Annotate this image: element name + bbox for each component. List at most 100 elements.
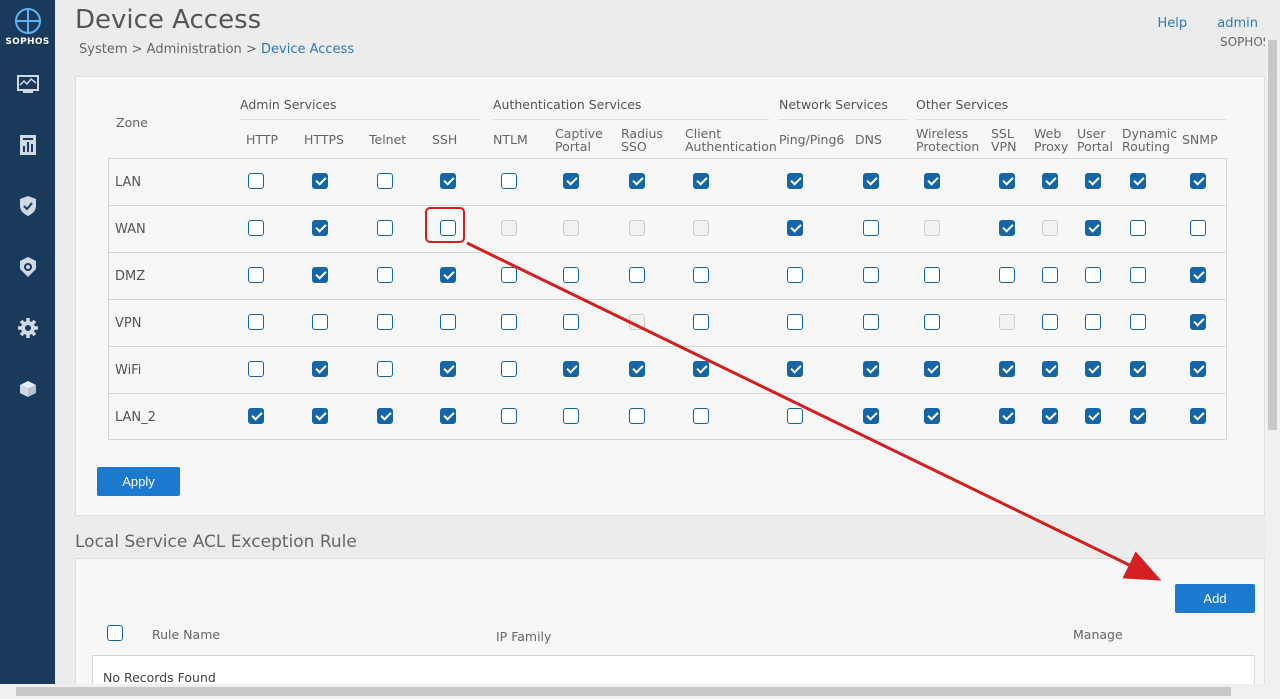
service-checkbox[interactable]: [248, 408, 264, 424]
service-checkbox[interactable]: [1130, 267, 1146, 283]
service-checkbox[interactable]: [693, 173, 709, 189]
service-checkbox[interactable]: [629, 361, 645, 377]
service-checkbox[interactable]: [563, 314, 579, 330]
service-checkbox[interactable]: [629, 267, 645, 283]
service-checkbox[interactable]: [999, 361, 1015, 377]
service-checkbox[interactable]: [377, 267, 393, 283]
breadcrumb-system[interactable]: System: [79, 42, 127, 57]
service-checkbox[interactable]: [248, 220, 264, 236]
service-checkbox[interactable]: [563, 173, 579, 189]
service-checkbox[interactable]: [787, 173, 803, 189]
select-all-checkbox[interactable]: [107, 625, 123, 641]
box-icon[interactable]: [14, 375, 42, 403]
breadcrumb-administration[interactable]: Administration: [147, 42, 242, 57]
service-checkbox[interactable]: [999, 220, 1015, 236]
service-checkbox[interactable]: [863, 267, 879, 283]
service-checkbox[interactable]: [377, 314, 393, 330]
service-checkbox[interactable]: [787, 408, 803, 424]
service-checkbox[interactable]: [787, 220, 803, 236]
service-checkbox[interactable]: [501, 361, 517, 377]
service-checkbox[interactable]: [924, 267, 940, 283]
report-icon[interactable]: [14, 131, 42, 159]
service-checkbox[interactable]: [1085, 173, 1101, 189]
service-checkbox[interactable]: [693, 314, 709, 330]
service-checkbox[interactable]: [999, 408, 1015, 424]
service-checkbox[interactable]: [924, 361, 940, 377]
service-checkbox[interactable]: [693, 361, 709, 377]
service-checkbox[interactable]: [999, 267, 1015, 283]
service-checkbox[interactable]: [1190, 220, 1206, 236]
service-checkbox[interactable]: [377, 408, 393, 424]
monitor-icon[interactable]: [14, 70, 42, 98]
service-checkbox[interactable]: [1042, 408, 1058, 424]
service-checkbox[interactable]: [787, 314, 803, 330]
service-checkbox[interactable]: [563, 361, 579, 377]
service-checkbox[interactable]: [863, 408, 879, 424]
service-checkbox[interactable]: [1085, 361, 1101, 377]
vertical-scrollbar[interactable]: [1265, 40, 1280, 684]
apply-button[interactable]: Apply: [97, 467, 180, 496]
service-checkbox[interactable]: [787, 361, 803, 377]
gear-icon[interactable]: [14, 314, 42, 342]
service-checkbox[interactable]: [440, 314, 456, 330]
user-menu[interactable]: admin: [1217, 16, 1258, 31]
sophos-logo[interactable]: SOPHOS: [0, 8, 55, 47]
protection-icon[interactable]: [14, 253, 42, 281]
horizontal-scroll-thumb[interactable]: [16, 687, 1231, 696]
service-checkbox[interactable]: [377, 220, 393, 236]
service-checkbox[interactable]: [248, 314, 264, 330]
service-checkbox[interactable]: [248, 173, 264, 189]
service-checkbox[interactable]: [1190, 314, 1206, 330]
service-checkbox[interactable]: [377, 361, 393, 377]
service-checkbox[interactable]: [501, 173, 517, 189]
service-checkbox[interactable]: [501, 408, 517, 424]
service-checkbox[interactable]: [312, 314, 328, 330]
service-checkbox[interactable]: [1085, 314, 1101, 330]
service-checkbox[interactable]: [440, 361, 456, 377]
service-checkbox[interactable]: [1190, 267, 1206, 283]
shield-icon[interactable]: [14, 192, 42, 220]
help-link[interactable]: Help: [1157, 16, 1187, 31]
service-checkbox[interactable]: [924, 408, 940, 424]
service-checkbox[interactable]: [1042, 361, 1058, 377]
service-checkbox[interactable]: [248, 361, 264, 377]
service-checkbox[interactable]: [1130, 314, 1146, 330]
service-checkbox[interactable]: [501, 267, 517, 283]
service-checkbox[interactable]: [1085, 220, 1101, 236]
service-checkbox[interactable]: [1190, 361, 1206, 377]
service-checkbox[interactable]: [440, 408, 456, 424]
service-checkbox[interactable]: [312, 267, 328, 283]
service-checkbox[interactable]: [1085, 408, 1101, 424]
service-checkbox[interactable]: [693, 267, 709, 283]
service-checkbox[interactable]: [440, 267, 456, 283]
service-checkbox[interactable]: [1130, 361, 1146, 377]
service-checkbox[interactable]: [1190, 173, 1206, 189]
service-checkbox[interactable]: [563, 267, 579, 283]
service-checkbox[interactable]: [1130, 173, 1146, 189]
service-checkbox[interactable]: [924, 173, 940, 189]
add-button[interactable]: Add: [1175, 584, 1255, 613]
service-checkbox[interactable]: [440, 173, 456, 189]
service-checkbox[interactable]: [863, 314, 879, 330]
service-checkbox[interactable]: [629, 408, 645, 424]
service-checkbox[interactable]: [1085, 267, 1101, 283]
service-checkbox[interactable]: [563, 408, 579, 424]
service-checkbox[interactable]: [1130, 220, 1146, 236]
service-checkbox[interactable]: [248, 267, 264, 283]
service-checkbox[interactable]: [863, 361, 879, 377]
service-checkbox[interactable]: [1042, 314, 1058, 330]
service-checkbox[interactable]: [863, 220, 879, 236]
service-checkbox[interactable]: [787, 267, 803, 283]
service-checkbox[interactable]: [377, 173, 393, 189]
service-checkbox[interactable]: [1190, 408, 1206, 424]
service-checkbox[interactable]: [693, 408, 709, 424]
service-checkbox[interactable]: [1130, 408, 1146, 424]
service-checkbox[interactable]: [312, 173, 328, 189]
vertical-scroll-thumb[interactable]: [1268, 40, 1277, 430]
service-checkbox[interactable]: [863, 173, 879, 189]
service-checkbox[interactable]: [312, 408, 328, 424]
service-checkbox[interactable]: [501, 314, 517, 330]
service-checkbox[interactable]: [629, 173, 645, 189]
horizontal-scrollbar[interactable]: [0, 684, 1280, 699]
service-checkbox[interactable]: [312, 220, 328, 236]
